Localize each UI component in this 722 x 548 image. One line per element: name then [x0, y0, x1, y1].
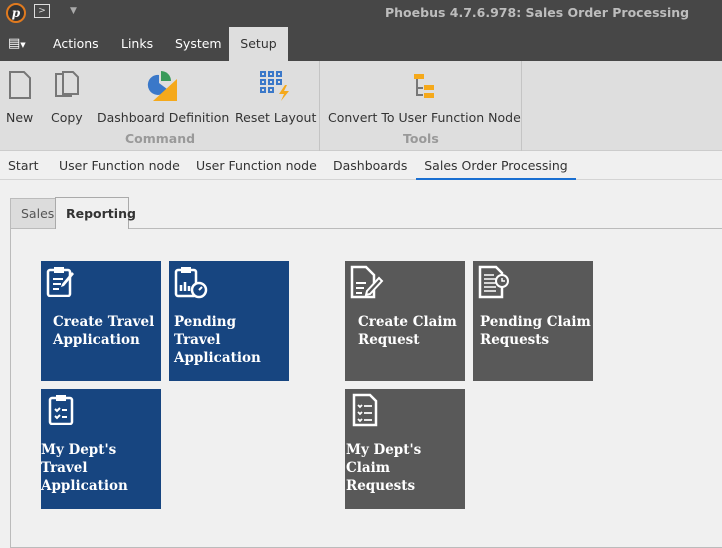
new-document-icon	[6, 66, 33, 104]
menu-links[interactable]: Links	[109, 27, 165, 61]
new-label: New	[6, 110, 34, 125]
app-logo-icon[interactable]: p	[6, 3, 26, 23]
menu-system[interactable]: System	[163, 27, 234, 61]
tile-create-travel-application[interactable]: Create Travel Application	[41, 261, 161, 381]
tile-label: My Dept's Travel Application	[41, 442, 128, 494]
tab-sales[interactable]: Sales	[10, 198, 56, 228]
tab-dashboards[interactable]: Dashboards	[333, 152, 407, 180]
tab-sales-order-processing[interactable]: Sales Order Processing	[416, 152, 576, 180]
document-checklist-icon	[350, 393, 384, 432]
new-button[interactable]: New	[6, 66, 33, 125]
convert-to-user-function-node-button[interactable]: Convert To User Function Node	[328, 66, 521, 125]
dashboard-chart-icon	[97, 66, 229, 104]
quick-access-dropdown-icon[interactable]: ▼	[70, 6, 77, 16]
app-menu-icon[interactable]: ▤▼	[8, 36, 26, 51]
tile-label: Create Claim Request	[358, 314, 457, 348]
clipboard-checklist-icon	[46, 393, 78, 430]
ribbon-divider	[521, 61, 522, 151]
dashboard-definition-button[interactable]: Dashboard Definition	[97, 66, 229, 125]
ribbon-divider	[319, 61, 320, 151]
copy-button[interactable]: Copy	[51, 66, 83, 125]
reset-layout-label: Reset Layout	[235, 110, 317, 125]
clipboard-stopwatch-icon	[174, 265, 208, 304]
tile-label: Create Travel Application	[53, 314, 155, 348]
tab-user-function-node-2[interactable]: User Function node	[196, 152, 317, 180]
reset-layout-button[interactable]: Reset Layout	[235, 66, 316, 125]
tab-start[interactable]: Start	[8, 152, 39, 180]
menu-actions[interactable]: Actions	[41, 27, 111, 61]
copy-label: Copy	[51, 110, 83, 125]
document-edit-icon	[350, 265, 384, 304]
tile-pending-claim-requests[interactable]: Pending Claim Requests	[473, 261, 593, 381]
command-group-label: Command	[125, 131, 196, 146]
clipboard-edit-icon	[46, 265, 78, 302]
dashboard-definition-label: Dashboard Definition	[97, 110, 230, 125]
terminal-icon[interactable]: >	[34, 4, 50, 18]
tab-reporting[interactable]: Reporting	[55, 197, 136, 229]
copy-icon	[51, 66, 83, 104]
tile-label: My Dept's Claim Requests	[346, 442, 422, 494]
tree-node-icon	[328, 66, 521, 104]
tab-user-function-node-1[interactable]: User Function node	[59, 152, 180, 180]
reset-grid-icon	[235, 66, 316, 104]
menu-setup[interactable]: Setup	[229, 27, 288, 61]
convert-label: Convert To User Function Node	[328, 110, 521, 125]
tile-my-depts-travel-application[interactable]: My Dept's Travel Application	[41, 389, 161, 509]
tile-create-claim-request[interactable]: Create Claim Request	[345, 261, 465, 381]
tile-label: Pending Travel Application	[174, 314, 261, 366]
window-title: Phoebus 4.7.6.978: Sales Order Processin…	[385, 5, 690, 20]
tile-my-depts-claim-requests[interactable]: My Dept's Claim Requests	[345, 389, 465, 509]
tile-label: Pending Claim Requests	[480, 314, 591, 348]
document-clock-icon	[478, 265, 512, 304]
tile-pending-travel-application[interactable]: Pending Travel Application	[169, 261, 289, 381]
tools-group-label: Tools	[403, 131, 439, 146]
